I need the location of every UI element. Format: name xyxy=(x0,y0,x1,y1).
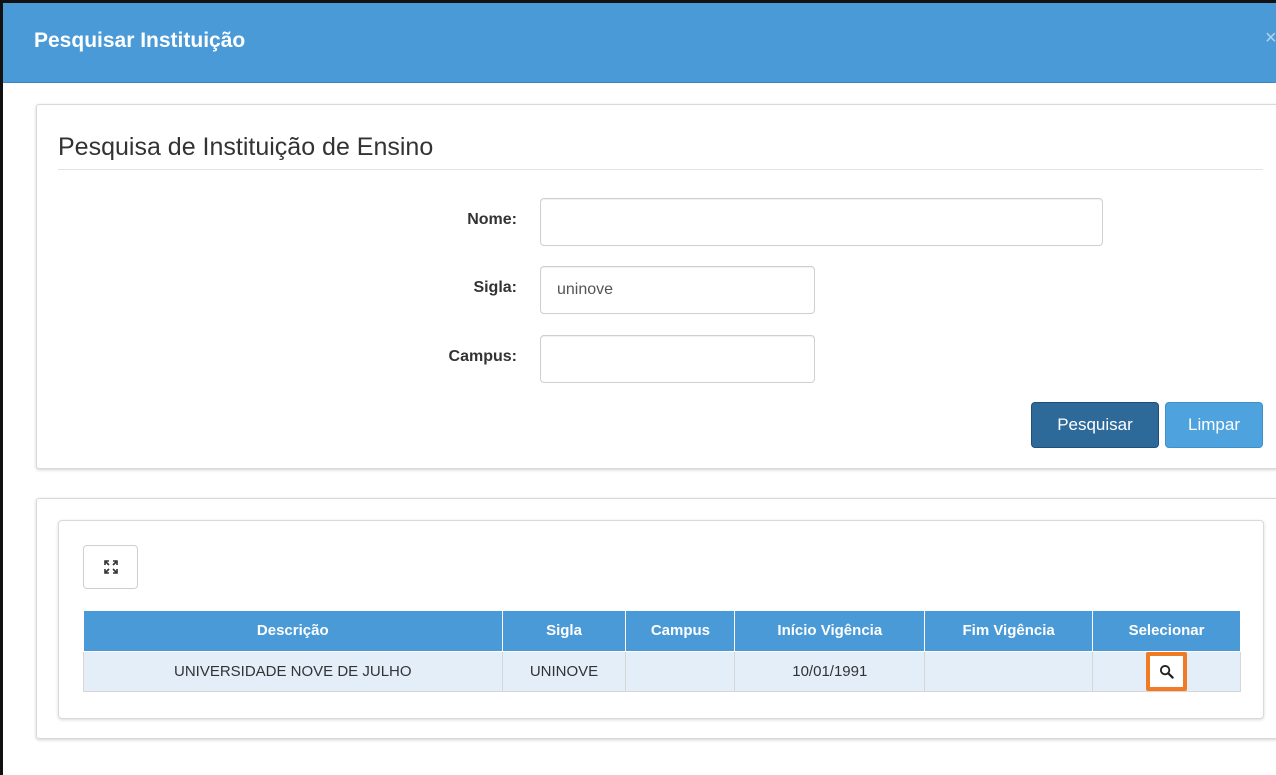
cell-campus xyxy=(625,650,736,692)
column-header-inicio-vigencia[interactable]: Início Vigência xyxy=(734,611,926,652)
nome-input[interactable] xyxy=(540,198,1103,246)
column-header-campus[interactable]: Campus xyxy=(625,611,736,652)
column-header-selecionar: Selecionar xyxy=(1092,611,1241,652)
results-table: Descrição Sigla Campus Início Vigência F… xyxy=(83,611,1241,692)
modal-title: Pesquisar Instituição xyxy=(34,29,246,52)
table-header-row: Descrição Sigla Campus Início Vigência F… xyxy=(83,611,1241,652)
expand-icon xyxy=(103,560,118,574)
section-divider xyxy=(58,169,1263,170)
campus-label: Campus: xyxy=(448,348,517,365)
cell-descricao: UNIVERSIDADE NOVE DE JULHO xyxy=(83,650,503,692)
table-row: UNIVERSIDADE NOVE DE JULHO UNINOVE 10/01… xyxy=(83,650,1241,692)
modal-window: Pesquisar Instituição × Pesquisa de Inst… xyxy=(0,0,1276,775)
search-button[interactable]: Pesquisar xyxy=(1031,402,1159,448)
cell-selecionar xyxy=(1092,650,1241,692)
select-row-button[interactable] xyxy=(1146,651,1188,691)
search-panel: Pesquisa de Instituição de Ensino Nome: … xyxy=(36,104,1276,469)
results-inner-panel: Descrição Sigla Campus Início Vigência F… xyxy=(58,520,1264,719)
close-icon[interactable]: × xyxy=(1265,27,1276,50)
column-header-descricao[interactable]: Descrição xyxy=(83,611,503,652)
cell-inicio-vigencia: 10/01/1991 xyxy=(734,650,926,692)
modal-header: Pesquisar Instituição × xyxy=(3,3,1276,83)
column-header-fim-vigencia[interactable]: Fim Vigência xyxy=(924,611,1094,652)
search-section-title: Pesquisa de Instituição de Ensino xyxy=(58,133,434,161)
results-panel: Descrição Sigla Campus Início Vigência F… xyxy=(36,498,1276,739)
campus-input[interactable] xyxy=(540,335,815,383)
sigla-input[interactable] xyxy=(540,266,815,314)
sigla-label: Sigla: xyxy=(473,279,517,296)
cell-fim-vigencia xyxy=(924,650,1094,692)
search-icon xyxy=(1159,664,1174,679)
cell-sigla: UNINOVE xyxy=(501,650,627,692)
nome-label: Nome: xyxy=(467,211,517,228)
column-header-sigla[interactable]: Sigla xyxy=(501,611,627,652)
expand-button[interactable] xyxy=(83,545,138,589)
clear-button[interactable]: Limpar xyxy=(1165,402,1263,448)
